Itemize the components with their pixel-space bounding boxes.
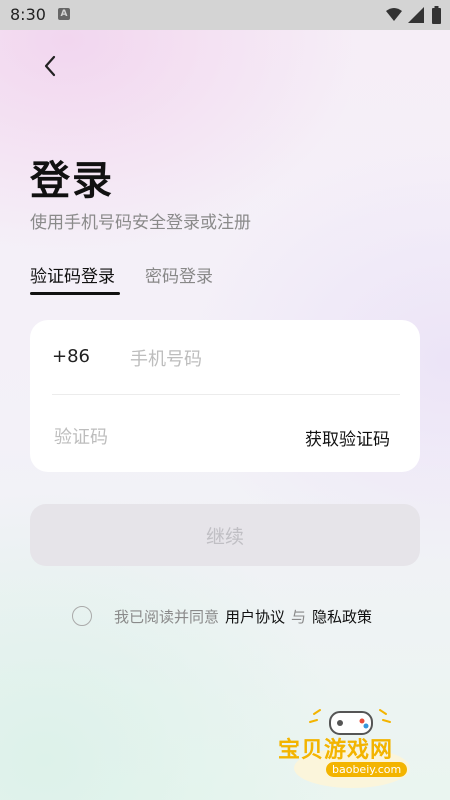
country-code-selector[interactable]: +86 bbox=[52, 346, 90, 367]
watermark-title: 宝贝游戏网 bbox=[278, 738, 394, 763]
watermark-url: baobeiy.com bbox=[326, 762, 408, 777]
status-time: 8:30 bbox=[10, 5, 46, 24]
privacy-policy-link[interactable]: 隐私政策 bbox=[312, 606, 372, 627]
notification-icon: A bbox=[58, 8, 70, 20]
continue-button[interactable]: 继续 bbox=[30, 504, 420, 566]
active-tab-indicator bbox=[30, 292, 120, 295]
page-title: 登录 bbox=[30, 158, 114, 204]
agreement-row: 我已阅读并同意 用户协议 与 隐私政策 bbox=[72, 604, 378, 628]
tab-sms-login[interactable]: 验证码登录 bbox=[30, 262, 115, 287]
agreement-checkbox[interactable] bbox=[72, 606, 92, 626]
chevron-left-icon bbox=[44, 55, 56, 77]
get-code-button[interactable]: 获取验证码 bbox=[305, 425, 390, 450]
login-form-card: +86 获取验证码 bbox=[30, 320, 420, 472]
user-agreement-link[interactable]: 用户协议 bbox=[225, 606, 285, 627]
signal-icon bbox=[408, 7, 424, 23]
watermark-logo: 宝贝游戏网 baobeiy.com bbox=[270, 700, 440, 790]
phone-input[interactable] bbox=[128, 340, 402, 378]
back-button[interactable] bbox=[36, 52, 64, 80]
tab-password-login[interactable]: 密码登录 bbox=[145, 262, 213, 287]
status-bar: 8:30 A bbox=[0, 0, 450, 30]
wifi-icon bbox=[386, 8, 402, 21]
agreement-prefix: 我已阅读并同意 bbox=[114, 607, 220, 626]
field-divider bbox=[52, 394, 400, 395]
agreement-and: 与 bbox=[291, 607, 307, 626]
battery-icon bbox=[432, 6, 441, 24]
verification-code-input[interactable] bbox=[52, 418, 256, 456]
page-subtitle: 使用手机号码安全登录或注册 bbox=[30, 213, 251, 233]
